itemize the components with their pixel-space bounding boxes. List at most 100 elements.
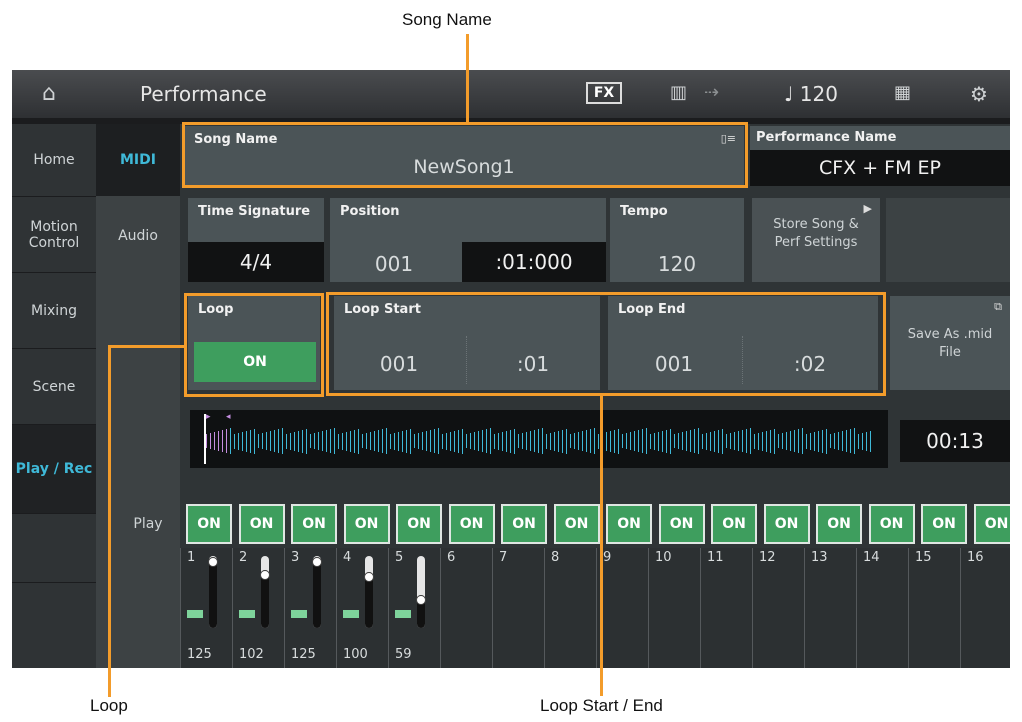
fader-knob[interactable]: [416, 594, 426, 605]
gear-icon[interactable]: ⚙: [970, 82, 988, 106]
channel-strip-7[interactable]: 7: [492, 548, 545, 668]
top-bar: ⌂ Performance FX ▥ ⇢ ♩ 120 ▦ ⚙: [12, 70, 1010, 118]
performance-name-header: Performance Name: [750, 126, 1010, 150]
keyboard-part-icon: [239, 610, 255, 618]
volume-fader[interactable]: [312, 556, 322, 628]
volume-fader[interactable]: [364, 556, 374, 628]
tempo-display[interactable]: ♩ 120: [784, 82, 838, 106]
channel-strip-13[interactable]: 13: [804, 548, 857, 668]
channel-number: 4: [343, 550, 352, 565]
play-on-button-16[interactable]: ON: [973, 504, 1010, 544]
play-on-button-3[interactable]: ON: [291, 504, 337, 544]
sidenav-home[interactable]: Home: [12, 124, 96, 197]
channel-number: 6: [447, 550, 456, 565]
channel-strip-9[interactable]: 9: [596, 548, 649, 668]
sidenav-empty-2: [12, 583, 96, 668]
channel-number: 10: [655, 550, 672, 565]
volume-fader[interactable]: [416, 556, 426, 628]
volume-fader[interactable]: [260, 556, 270, 628]
play-on-button-8[interactable]: ON: [553, 504, 600, 544]
channel-strip-6[interactable]: 6: [440, 548, 493, 668]
callout-song-name: Song Name: [402, 10, 492, 29]
window-icon: ⧉: [994, 300, 1002, 313]
play-on-button-2[interactable]: ON: [238, 504, 285, 544]
play-on-button-6[interactable]: ON: [448, 504, 495, 544]
sidenav-motion-control[interactable]: Motion Control: [12, 197, 96, 273]
channel-volume-value: 59: [395, 647, 412, 662]
play-on-button-9[interactable]: ON: [606, 504, 652, 544]
subnav-midi[interactable]: MIDI: [96, 124, 180, 196]
sidenav-mixing[interactable]: Mixing: [12, 273, 96, 349]
channel-strip-11[interactable]: 11: [700, 548, 753, 668]
play-on-button-10[interactable]: ON: [658, 504, 705, 544]
keyboard-part-icon: [395, 610, 411, 618]
callout-box-loop-start-end: [326, 292, 886, 396]
position-measure[interactable]: 001: [330, 252, 458, 276]
channel-strip-4[interactable]: 4 100: [336, 548, 389, 668]
sidenav-scene[interactable]: Scene: [12, 349, 96, 425]
home-icon[interactable]: ⌂: [42, 81, 56, 106]
keyboard-part-icon: [343, 610, 359, 618]
performance-name-title: Performance Name: [756, 130, 897, 145]
fader-knob[interactable]: [364, 571, 374, 582]
play-on-button-7[interactable]: ON: [501, 504, 547, 544]
channel-strip-15[interactable]: 15: [908, 548, 961, 668]
store-settings-button[interactable]: ▶ Store Song & Perf Settings: [752, 198, 880, 282]
channel-number: 2: [239, 550, 248, 565]
channel-volume-value: 102: [239, 647, 264, 662]
channel-strip-16[interactable]: 16: [960, 548, 1010, 668]
loop-start-marker[interactable]: ▸: [206, 412, 211, 422]
grid-icon[interactable]: ▦: [894, 82, 911, 103]
channel-strip-1[interactable]: 1 125: [180, 548, 233, 668]
channel-volume-value: 100: [343, 647, 368, 662]
fader-fill: [313, 557, 321, 628]
channel-number: 16: [967, 550, 984, 565]
channel-volume-value: 125: [187, 647, 212, 662]
empty-panel: [886, 198, 1010, 282]
channel-strip-2[interactable]: 2 102: [232, 548, 285, 668]
channel-number: 3: [291, 550, 300, 565]
subnav-audio[interactable]: Audio: [96, 200, 180, 272]
performance-name-value: CFX + FM EP: [750, 150, 1010, 186]
callout-line-loop-v: [108, 345, 111, 697]
channel-strip-10[interactable]: 10: [648, 548, 701, 668]
tempo-value: 120: [657, 252, 697, 276]
volume-fader[interactable]: [208, 556, 218, 628]
play-on-button-15[interactable]: ON: [921, 504, 967, 544]
play-on-button-1[interactable]: ON: [186, 504, 232, 544]
callout-box-song-name: [182, 122, 748, 188]
channel-strip-12[interactable]: 12: [752, 548, 805, 668]
play-on-button-12[interactable]: ON: [763, 504, 810, 544]
sidenav-play-rec[interactable]: Play / Rec: [12, 425, 96, 514]
play-row-label: Play: [116, 504, 180, 544]
callout-line-loop-start-end: [600, 396, 603, 696]
channel-number: 15: [915, 550, 932, 565]
song-waveform[interactable]: ▸ ◂: [190, 410, 888, 468]
time-signature-field[interactable]: Time Signature 4/4: [188, 198, 324, 282]
page-title: Performance: [140, 82, 267, 106]
save-as-mid-button[interactable]: ⧉ Save As .mid File: [890, 296, 1010, 390]
play-on-button-5[interactable]: ON: [396, 504, 442, 544]
time-display: 00:13: [900, 420, 1010, 462]
tempo-field[interactable]: Tempo 120: [610, 198, 744, 282]
channel-strip-8[interactable]: 8: [544, 548, 597, 668]
channel-number: 11: [707, 550, 724, 565]
channel-strip-14[interactable]: 14: [856, 548, 909, 668]
position-field[interactable]: Position 001 :01:000: [330, 198, 606, 282]
position-beat[interactable]: :01:000: [462, 242, 606, 282]
callout-line-loop-h: [108, 345, 184, 348]
play-on-button-11[interactable]: ON: [711, 504, 757, 544]
play-on-button-14[interactable]: ON: [868, 504, 915, 544]
play-on-button-13[interactable]: ON: [816, 504, 862, 544]
channel-strip-3[interactable]: 3 125: [284, 548, 337, 668]
position-title: Position: [340, 204, 400, 219]
callout-line-song-name: [466, 34, 469, 122]
channel-strip-5[interactable]: 5 59: [388, 548, 441, 668]
channel-number: 14: [863, 550, 880, 565]
fx-button[interactable]: FX: [586, 82, 622, 104]
loop-end-marker[interactable]: ◂: [226, 412, 231, 422]
waveform-bars: [206, 426, 872, 456]
keyboard-part-icon: [187, 610, 203, 618]
save-as-label: Save As .mid File: [907, 327, 993, 360]
play-on-button-4[interactable]: ON: [343, 504, 390, 544]
